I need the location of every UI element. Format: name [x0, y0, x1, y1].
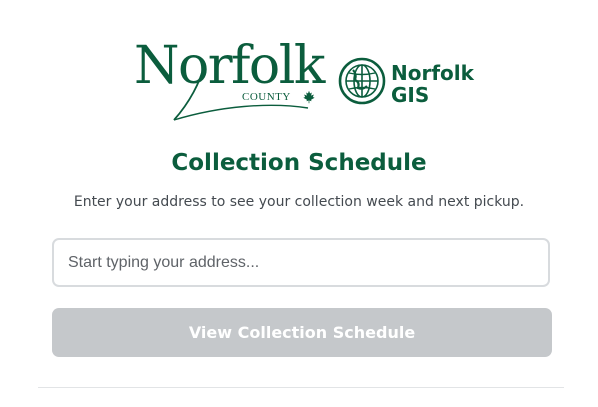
- maple-leaf-icon: [303, 90, 315, 104]
- logo-header: Norfolk COUNTY Norfolk GIS: [0, 38, 598, 124]
- address-search-input[interactable]: [52, 238, 550, 287]
- view-collection-schedule-button[interactable]: View Collection Schedule: [52, 308, 552, 357]
- divider: [38, 387, 564, 388]
- page-subtitle: Enter your address to see your collectio…: [73, 194, 525, 210]
- norfolk-gis-logo: Norfolk GIS: [337, 54, 477, 110]
- page-title: Collection Schedule: [171, 150, 427, 176]
- globe-icon: [338, 57, 386, 105]
- norfolk-county-logo: Norfolk COUNTY: [134, 38, 325, 122]
- gis-logo-line2: GIS: [391, 83, 430, 107]
- county-subword: COUNTY: [242, 91, 291, 103]
- county-wordmark: Norfolk: [134, 36, 325, 96]
- collection-schedule-page: Norfolk COUNTY Norfolk GIS Collection Sc…: [0, 0, 598, 407]
- gis-logo-line1: Norfolk: [391, 61, 474, 85]
